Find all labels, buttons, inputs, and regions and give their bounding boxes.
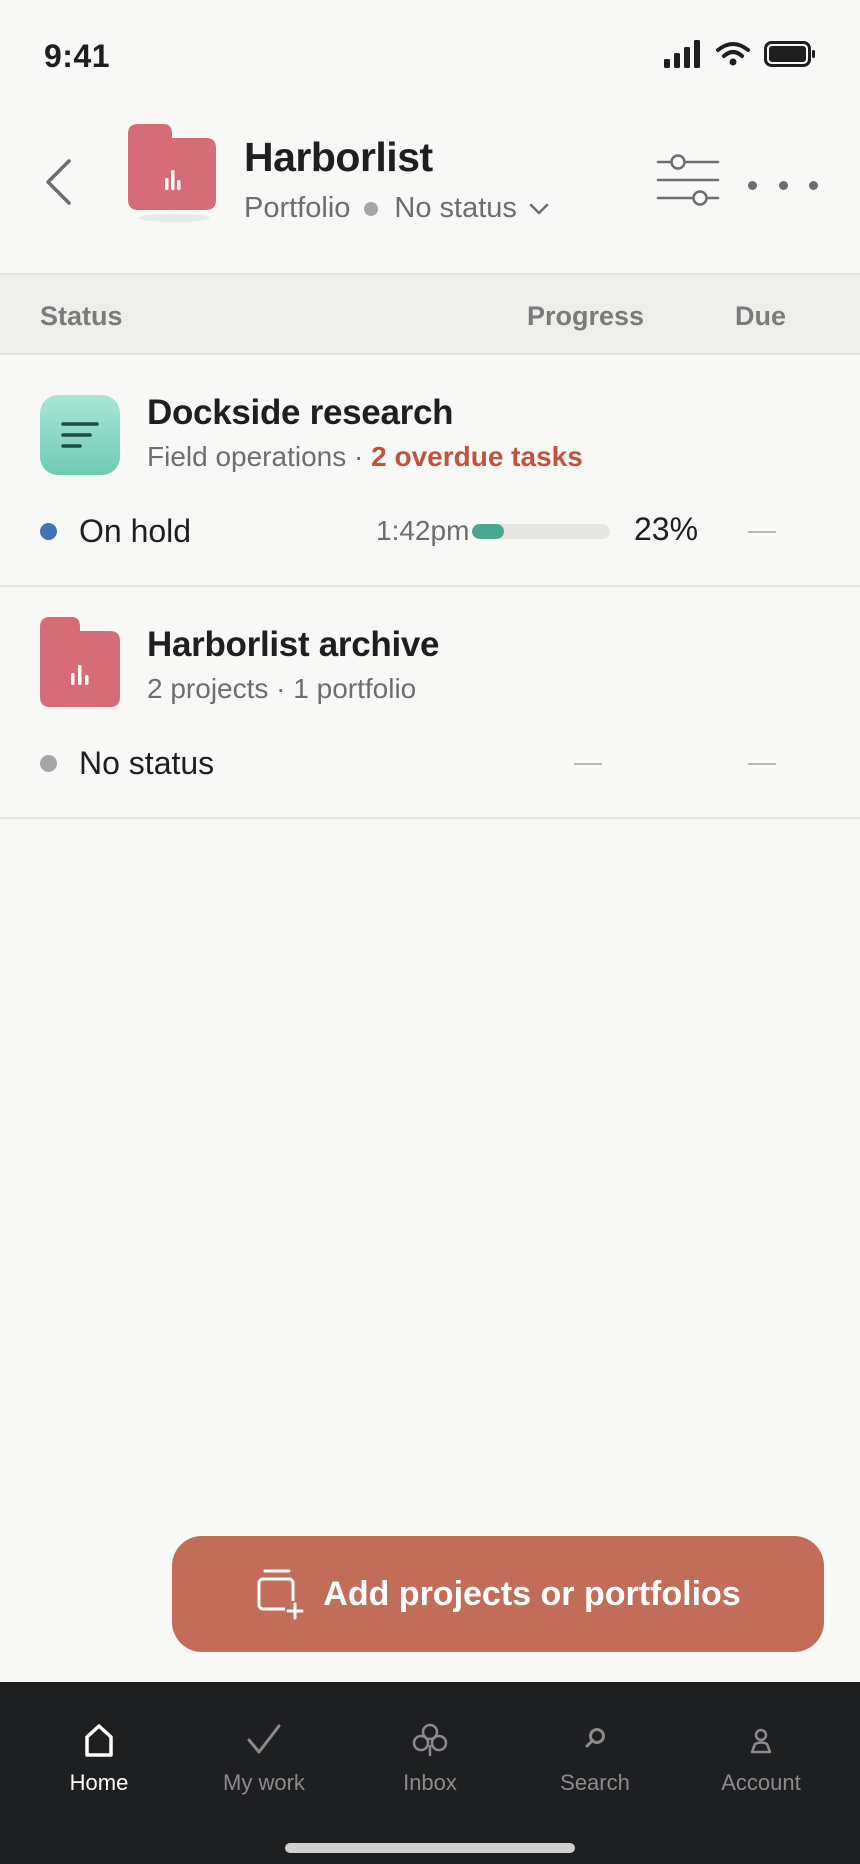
portfolio-type-label: Portfolio xyxy=(244,192,351,224)
status-label: No status xyxy=(79,745,215,781)
column-headers: Status Progress Due xyxy=(0,275,860,355)
nav-account[interactable]: Account xyxy=(696,1722,826,1796)
project-subtitle: Field operations · 2 overdue tasks xyxy=(147,441,583,473)
add-item-icon xyxy=(257,1569,306,1621)
column-due[interactable]: Due xyxy=(735,301,786,332)
bell-icon xyxy=(412,1723,448,1757)
back-button[interactable] xyxy=(38,152,78,212)
more-dot-icon xyxy=(809,180,818,190)
list-icon xyxy=(40,395,120,475)
project-row[interactable]: Dockside research Field operations · 2 o… xyxy=(0,355,860,587)
chevron-down-icon xyxy=(529,203,549,214)
add-projects-button[interactable]: Add projects or portfolios xyxy=(172,1536,824,1652)
due-empty-dash xyxy=(748,531,776,533)
progress-time: 1:42pm xyxy=(376,515,470,546)
nav-inbox[interactable]: Inbox xyxy=(365,1722,495,1796)
person-icon xyxy=(750,1728,772,1754)
status-dot xyxy=(364,201,379,216)
status-dot xyxy=(40,523,57,540)
portfolio-header: Harborlist Portfolio No status xyxy=(0,110,860,275)
add-projects-label: Add projects or portfolios xyxy=(323,1574,741,1613)
bottom-navigation: Home My work Inbox Search Account xyxy=(0,1682,860,1864)
nav-inbox-label: Inbox xyxy=(403,1770,457,1795)
overdue-tasks-label: 2 overdue tasks xyxy=(371,441,583,472)
column-progress[interactable]: Progress xyxy=(527,301,644,332)
status-dot xyxy=(40,755,57,772)
status-bar: 9:41 xyxy=(0,0,860,110)
nav-home[interactable]: Home xyxy=(34,1722,164,1796)
battery-icon xyxy=(764,41,815,67)
page-title: Harborlist xyxy=(244,134,433,180)
progress-percent: 23% xyxy=(634,511,699,547)
home-icon xyxy=(85,1724,113,1757)
project-status: On hold xyxy=(40,513,191,550)
project-team: Field operations xyxy=(147,441,347,472)
status-dropdown[interactable]: No status xyxy=(394,192,549,225)
sliders-icon xyxy=(656,154,720,206)
nav-search[interactable]: Search xyxy=(530,1722,660,1796)
filter-button[interactable] xyxy=(656,140,722,220)
portfolio-row[interactable]: Harborlist archive 2 projects · 1 portfo… xyxy=(0,587,860,819)
nav-my-work[interactable]: My work xyxy=(199,1722,329,1796)
project-title: Dockside research xyxy=(147,393,454,432)
header-subtitle: Portfolio No status xyxy=(244,192,549,225)
signal-icon xyxy=(664,40,700,68)
nav-account-label: Account xyxy=(721,1770,801,1795)
progress-bar xyxy=(472,524,610,539)
check-icon xyxy=(247,1724,281,1754)
system-icons xyxy=(664,40,816,68)
chevron-left-icon xyxy=(46,159,71,205)
subtitle-separator: · xyxy=(346,441,372,472)
nav-my-work-label: My work xyxy=(223,1770,305,1795)
portfolio-title: Harborlist archive xyxy=(147,625,440,664)
portfolio-folder-icon xyxy=(128,124,216,222)
nav-home-label: Home xyxy=(69,1770,129,1795)
progress-bar-fill xyxy=(472,524,504,539)
progress-empty-dash xyxy=(574,763,602,765)
portfolio-status: No status xyxy=(40,745,214,782)
home-indicator[interactable] xyxy=(285,1843,575,1853)
nav-search-label: Search xyxy=(560,1770,630,1795)
status-dropdown-label: No status xyxy=(394,192,517,224)
portfolio-folder-icon xyxy=(40,617,120,707)
column-status[interactable]: Status xyxy=(40,301,123,332)
status-time: 9:41 xyxy=(44,38,111,74)
status-label: On hold xyxy=(79,513,192,549)
due-empty-dash xyxy=(748,763,776,765)
wifi-icon xyxy=(716,42,750,66)
search-icon xyxy=(585,1728,605,1748)
portfolio-subtitle: 2 projects · 1 portfolio xyxy=(147,673,417,704)
more-dot-icon xyxy=(748,180,757,190)
more-options-button[interactable] xyxy=(748,168,818,202)
more-dot-icon xyxy=(778,180,788,190)
